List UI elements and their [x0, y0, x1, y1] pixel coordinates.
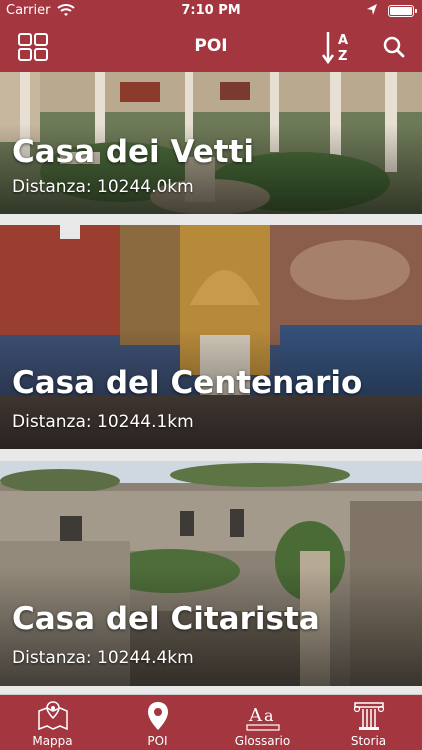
tab-storia[interactable]: Storia [316, 695, 421, 750]
location-arrow-icon [366, 3, 378, 21]
poi-distance: Distanza: 10244.0km [12, 177, 194, 197]
status-bar: Carrier 7:10 PM [0, 0, 422, 22]
search-button[interactable] [377, 30, 411, 64]
map-icon [37, 701, 68, 731]
search-icon [383, 36, 405, 58]
clock: 7:10 PM [181, 3, 241, 18]
tab-label: Glossario [234, 734, 291, 748]
poi-card[interactable]: Casa del Centenario Distanza: 10244.1km [0, 225, 422, 449]
glossary-icon: A a [245, 705, 280, 731]
tab-poi[interactable]: POI [105, 695, 210, 750]
tab-label: POI [147, 734, 168, 748]
sort-alphabetical-button[interactable]: A Z [321, 30, 355, 64]
poi-name: Casa del Citarista [12, 601, 320, 637]
location-pin-icon [147, 702, 168, 730]
poi-card[interactable]: Casa del Citarista Distanza: 10244.4km [0, 461, 422, 686]
poi-list[interactable]: Casa dei Vetti Distanza: 10244.0km Casa … [0, 72, 422, 695]
poi-name: Casa del Centenario [12, 365, 363, 401]
tab-label: Mappa [32, 734, 73, 748]
svg-text:A: A [338, 33, 348, 48]
page-title: POI [194, 36, 228, 56]
svg-text:a: a [264, 706, 274, 725]
tab-bar: Mappa POI A a Glossario Storia [0, 695, 422, 750]
tab-mappa[interactable]: Mappa [0, 695, 105, 750]
poi-distance: Distanza: 10244.1km [12, 412, 194, 432]
column-icon [353, 702, 384, 730]
sort-az-icon: A Z [322, 32, 348, 64]
svg-text:A: A [248, 705, 263, 726]
poi-name: Casa dei Vetti [12, 134, 255, 170]
navigation-bar: POI A Z [0, 22, 422, 72]
battery-icon [388, 5, 417, 17]
poi-distance: Distanza: 10244.4km [12, 648, 194, 668]
tab-glossario[interactable]: A a Glossario [210, 695, 315, 750]
svg-text:Z: Z [338, 49, 347, 64]
tab-label: Storia [350, 734, 387, 748]
